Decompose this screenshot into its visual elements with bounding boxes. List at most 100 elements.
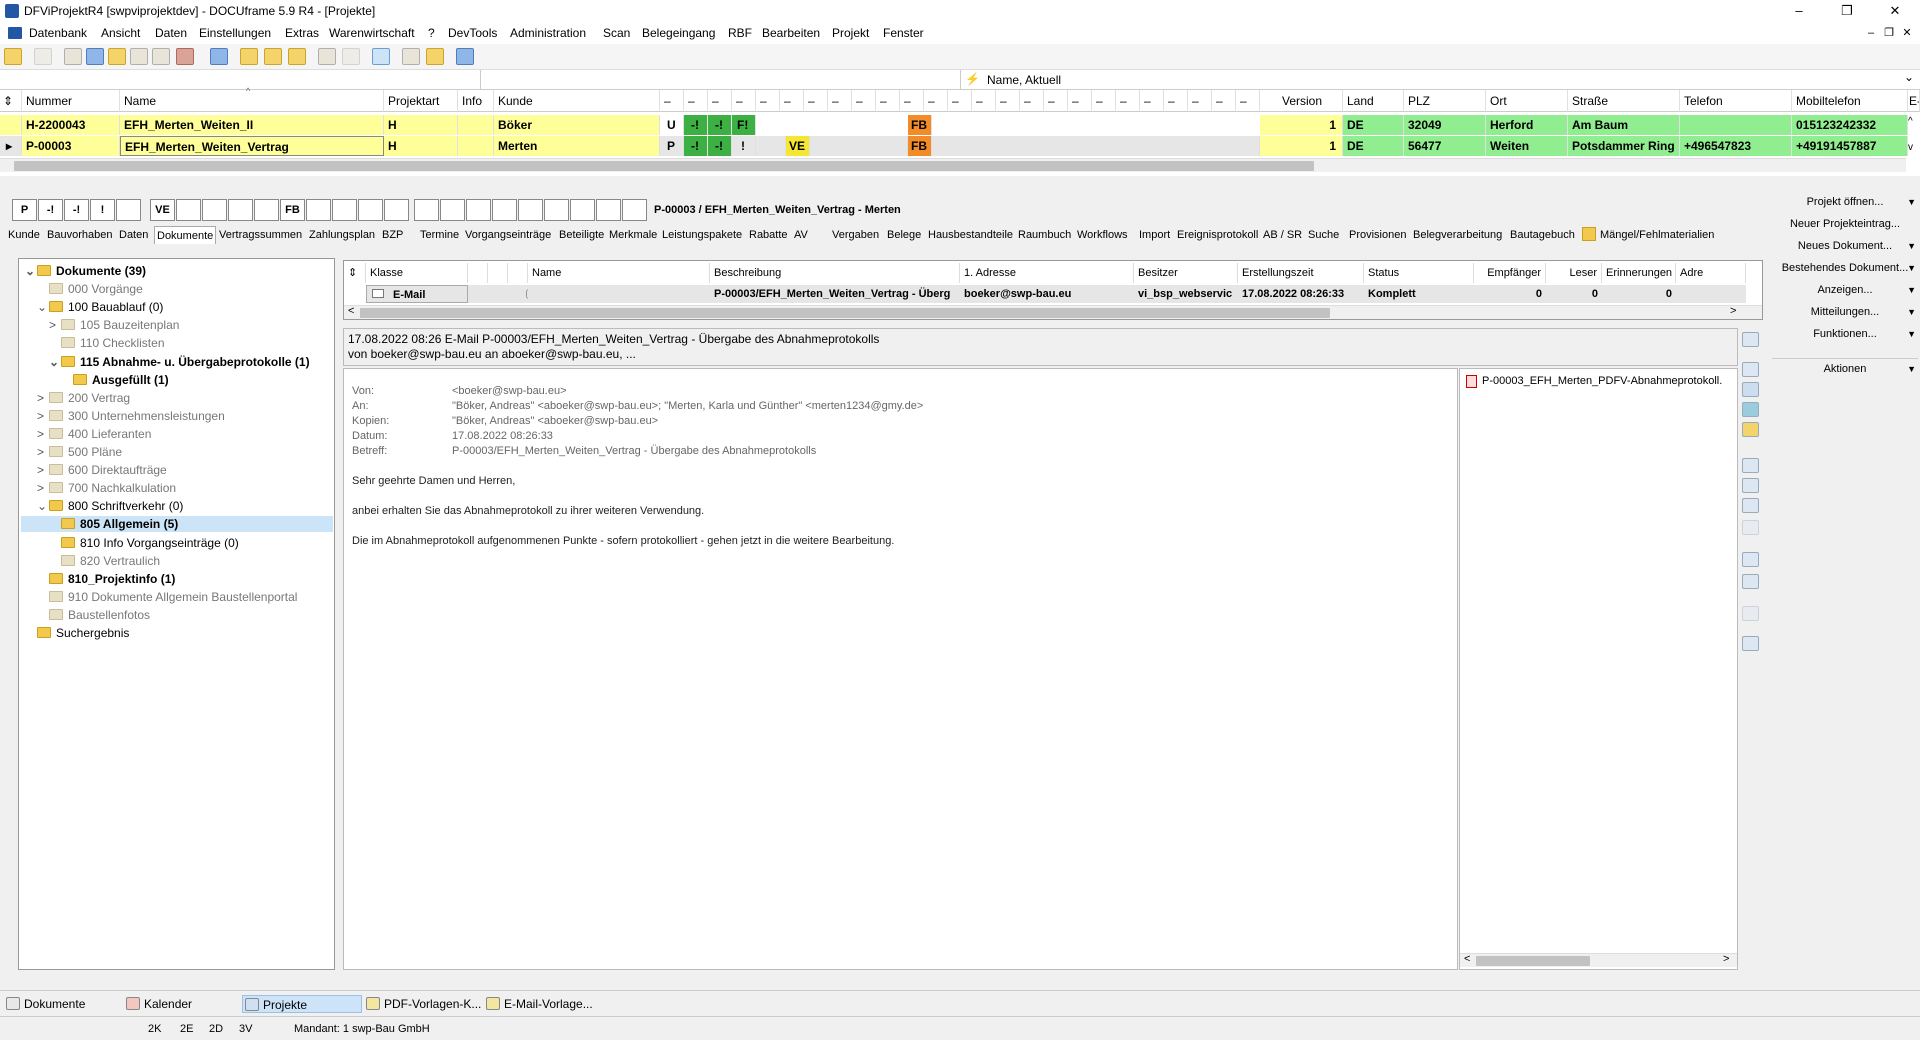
col-header-s4[interactable]: – [732,90,756,112]
search-next-icon[interactable] [342,48,360,65]
attachment-file[interactable]: P-00003_EFH_Merten_PDFV-Abnahmeprotokoll… [1482,375,1736,387]
status-box-16[interactable] [414,199,439,221]
globe-icon[interactable] [1742,402,1759,417]
tab-leistungspakete[interactable]: Leistungspakete [660,226,744,244]
col-header-land[interactable]: Land [1343,90,1404,112]
col-header-s7[interactable]: – [804,90,828,112]
tree-item[interactable]: >300 Unternehmensleistungen [37,408,225,424]
status-box-p[interactable]: P [12,199,37,221]
tree-item[interactable]: 110 Checklisten [49,335,165,351]
col-header-s16[interactable]: – [1020,90,1044,112]
scroll-thumb[interactable] [1476,956,1590,966]
col-header-flag1[interactable] [468,263,488,283]
reply-all-icon[interactable] [1742,478,1759,493]
tab-import[interactable]: Import [1137,226,1172,244]
col-header-ort[interactable]: Ort [1486,90,1568,112]
menu-daten[interactable]: Daten [155,26,187,40]
tree-item[interactable]: 810_Projektinfo (1) [37,571,175,587]
status-box-10[interactable] [254,199,279,221]
tree-expander-icon[interactable]: ⌄ [25,263,37,279]
maximize-button[interactable]: ❐ [1832,2,1862,20]
menu-bearbeiten[interactable]: Bearbeiten [762,26,820,40]
save-icon[interactable] [1742,552,1759,567]
scroll-left-icon[interactable]: < [348,305,354,317]
action-bestehendes-dokument[interactable]: Bestehendes Dokument... ▼ [1772,258,1918,278]
col-header-s23[interactable]: – [1188,90,1212,112]
tree-expander-icon[interactable]: ⌄ [49,354,61,370]
action-anzeigen[interactable]: Anzeigen... ▼ [1772,280,1918,300]
calendar-icon[interactable] [176,48,194,65]
tab-beteiligte[interactable]: Beteiligte [557,226,606,244]
menu-devtools[interactable]: DevTools [448,26,497,40]
scroll-thumb[interactable] [360,308,1330,318]
tree-expander-icon[interactable]: > [37,480,49,496]
view-toggle-icon[interactable] [372,48,390,65]
status-box-14[interactable] [358,199,383,221]
tree-expander-icon[interactable]: > [37,408,49,424]
tree-item[interactable]: Ausgefüllt (1) [61,372,169,388]
col-header-adr[interactable]: Adre [1676,263,1746,283]
reply-icon[interactable] [1742,458,1759,473]
menu-einstellungen[interactable]: Einstellungen [199,26,271,40]
col-header-s3[interactable]: – [708,90,732,112]
col-header-telefon[interactable]: Telefon [1680,90,1792,112]
tab-suche[interactable]: Suche [1306,226,1341,244]
menu-help[interactable]: ? [428,26,435,40]
tab-vergaben[interactable]: Vergaben [830,226,881,244]
col-header-besitzer[interactable]: Besitzer [1134,263,1238,283]
status-box-3[interactable]: -! [64,199,89,221]
window-tab-pdf-vorlagen[interactable]: PDF-Vorlagen-K... [364,995,481,1013]
star-icon[interactable] [426,48,444,65]
col-header-s8[interactable]: – [828,90,852,112]
col-header-s19[interactable]: – [1092,90,1116,112]
menu-administration[interactable]: Administration [510,26,586,40]
col-header-s25[interactable]: – [1236,90,1260,112]
window-tab-email-vorlagen[interactable]: E-Mail-Vorlage... [484,995,593,1013]
status-box-24[interactable] [622,199,647,221]
col-header-s24[interactable]: – [1212,90,1236,112]
col-header-erinnerungen[interactable]: Erinnerungen [1602,263,1676,283]
tree-item[interactable]: >500 Pläne [37,444,122,460]
col-header-nummer[interactable]: Nummer [22,90,120,112]
col-header-name[interactable]: Name [120,90,384,112]
status-box-5[interactable] [116,199,141,221]
menu-projekt[interactable]: Projekt [832,26,869,40]
mdi-minimize-button[interactable]: – [1862,24,1880,42]
status-box-9[interactable] [228,199,253,221]
minimize-button[interactable]: – [1784,2,1814,20]
col-header-s2[interactable]: – [684,90,708,112]
tab-termine[interactable]: Termine [418,226,461,244]
tab-kunde[interactable]: Kunde [6,226,42,244]
tree-expander-icon[interactable]: > [37,462,49,478]
table-row[interactable]: H-2200043 EFH_Merten_Weiten_II H Böker U… [0,115,1920,135]
camera-icon[interactable] [1742,636,1759,651]
tab-provisionen[interactable]: Provisionen [1347,226,1408,244]
col-header-s11[interactable]: – [900,90,924,112]
card-icon[interactable] [64,48,82,65]
status-box-18[interactable] [466,199,491,221]
tab-raumbuch[interactable]: Raumbuch [1016,226,1073,244]
status-box-22[interactable] [570,199,595,221]
tab-daten[interactable]: Daten [117,226,150,244]
scroll-thumb[interactable] [14,161,1314,171]
status-box-15[interactable] [384,199,409,221]
action-aktionen[interactable]: Aktionen ▼ [1772,358,1918,378]
col-header-klasse[interactable]: Klasse [366,263,468,283]
dropdown-arrow-icon[interactable]: ▼ [1907,302,1916,322]
tree-item[interactable]: 820 Vertraulich [49,553,160,569]
col-header-s1[interactable]: – [660,90,684,112]
note-icon[interactable] [108,48,126,65]
tree-expander-icon[interactable]: ⌄ [37,299,49,315]
col-header-leser[interactable]: Leser [1546,263,1602,283]
tree-expander-icon[interactable]: > [37,426,49,442]
status-box-2[interactable]: -! [38,199,63,221]
attach-icon[interactable] [130,48,148,65]
scroll-right-icon[interactable]: > [1723,953,1729,965]
dropdown-arrow-icon[interactable]: ▼ [1907,280,1916,300]
tab-hausbestandteile[interactable]: Hausbestandteile [926,226,1015,244]
forward-icon[interactable] [1742,498,1759,513]
tab-ab-sr[interactable]: AB / SR [1261,226,1304,244]
menu-datenbank[interactable]: Datenbank [29,26,87,40]
tree-item[interactable]: >200 Vertrag [37,390,130,406]
menu-extras[interactable]: Extras [285,26,319,40]
